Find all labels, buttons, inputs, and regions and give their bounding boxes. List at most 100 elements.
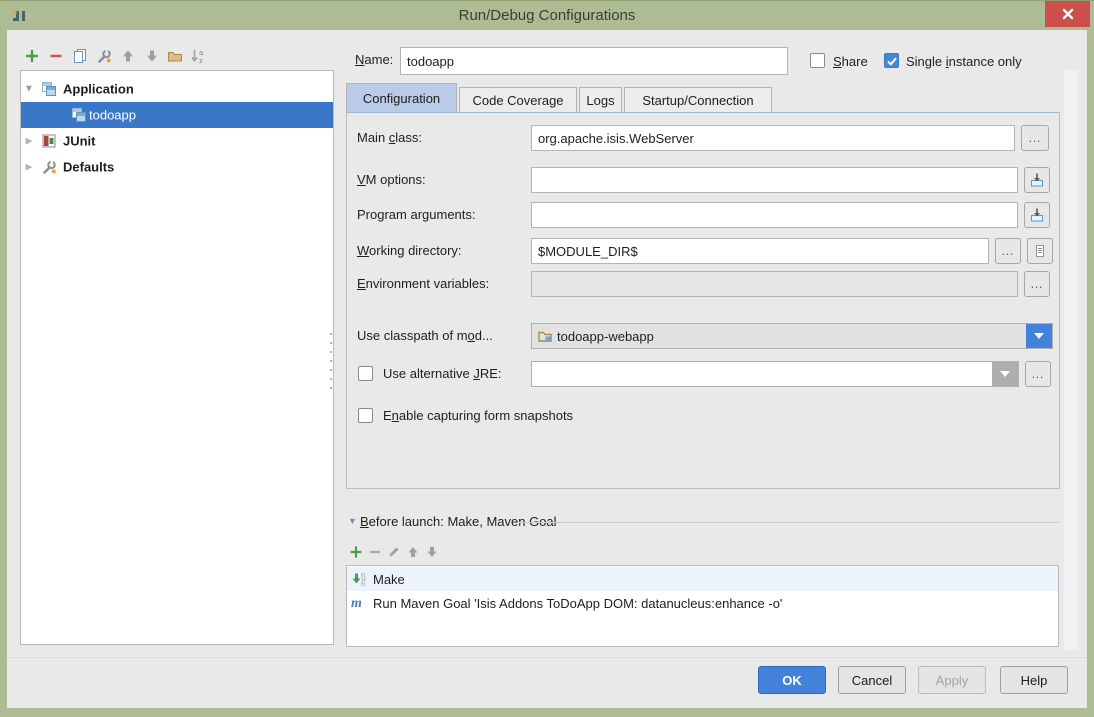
ellipsis-icon: … <box>1030 279 1044 289</box>
chevron-collapsed-icon[interactable]: ▶ <box>23 136 35 147</box>
environment-variables-input[interactable] <box>531 271 1018 297</box>
working-directory-macros-button[interactable] <box>1027 238 1053 264</box>
classpath-module-label: Use classpath of mod... <box>357 328 493 343</box>
move-down-icon[interactable] <box>425 545 439 559</box>
svg-text:a: a <box>199 49 203 57</box>
main-class-browse-button[interactable]: … <box>1021 125 1049 151</box>
configurations-tree: ▼ Application todoapp ▶ JUnit ▶ <box>20 70 334 645</box>
chevron-down-icon[interactable] <box>1026 324 1052 348</box>
classpath-module-value: todoapp-webapp <box>553 329 654 344</box>
program-arguments-expand-button[interactable] <box>1024 202 1050 228</box>
working-directory-input[interactable] <box>531 238 989 264</box>
tab-code-coverage[interactable]: Code Coverage <box>459 87 577 112</box>
form-snapshots-label[interactable]: Enable capturing form snapshots <box>383 408 573 423</box>
apply-button[interactable]: Apply <box>918 666 986 694</box>
tree-group-label: Defaults <box>63 160 114 175</box>
tree-group-label: JUnit <box>63 134 96 149</box>
titlebar[interactable]: Run/Debug Configurations <box>0 0 1094 30</box>
svg-text:z: z <box>199 57 203 64</box>
scrollbar-track[interactable] <box>1064 70 1078 650</box>
junit-icon <box>41 133 57 149</box>
expand-field-icon <box>1029 207 1045 223</box>
vm-options-expand-button[interactable] <box>1024 167 1050 193</box>
before-launch-list: 011001 Make m Run Maven Goal 'Isis Addon… <box>346 565 1059 647</box>
ellipsis-icon: … <box>1031 369 1045 379</box>
single-instance-checkbox[interactable] <box>884 53 899 68</box>
main-class-label: Main class: <box>357 130 422 145</box>
move-up-icon[interactable] <box>406 545 420 559</box>
add-icon[interactable] <box>349 545 363 559</box>
add-icon[interactable] <box>24 48 40 64</box>
before-launch-item-label: Make <box>373 572 405 587</box>
vm-options-label: VM options: <box>357 172 426 187</box>
check-icon <box>886 55 898 67</box>
variables-list-icon <box>1032 243 1048 259</box>
alternative-jre-browse-button[interactable]: … <box>1025 361 1051 387</box>
classpath-module-combobox[interactable]: todoapp-webapp <box>531 323 1053 349</box>
panel-splitter[interactable] <box>329 333 333 389</box>
window-title: Run/Debug Configurations <box>0 1 1094 31</box>
alternative-jre-label[interactable]: Use alternative JRE: <box>383 366 502 381</box>
close-button[interactable] <box>1045 1 1090 27</box>
name-label: Name: <box>355 52 393 67</box>
dialog-content: az ▼ Application todoapp ▶ JUnit <box>7 30 1087 708</box>
copy-icon[interactable] <box>72 48 88 64</box>
tab-configuration[interactable]: Configuration <box>346 83 457 112</box>
share-checkbox[interactable] <box>810 53 825 68</box>
move-down-icon[interactable] <box>144 48 160 64</box>
tab-label: Code Coverage <box>472 93 563 108</box>
environment-variables-label: Environment variables: <box>357 276 489 291</box>
close-icon <box>1061 7 1075 21</box>
edit-icon[interactable] <box>387 545 401 559</box>
collapse-triangle-icon[interactable]: ▼ <box>348 516 357 526</box>
module-icon <box>537 328 553 344</box>
ellipsis-icon: … <box>1028 133 1042 143</box>
tree-group-application[interactable]: ▼ Application <box>21 76 333 102</box>
working-directory-browse-button[interactable]: … <box>995 238 1021 264</box>
ok-button[interactable]: OK <box>758 666 826 694</box>
environment-variables-browse-button[interactable]: … <box>1024 271 1050 297</box>
before-launch-item-label: Run Maven Goal 'Isis Addons ToDoApp DOM:… <box>373 596 782 611</box>
help-button[interactable]: Help <box>1000 666 1068 694</box>
new-folder-icon[interactable] <box>167 48 183 64</box>
program-arguments-input[interactable] <box>531 202 1018 228</box>
sort-alpha-icon[interactable]: az <box>190 48 206 64</box>
tab-label: Startup/Connection <box>642 93 753 108</box>
tab-logs[interactable]: Logs <box>579 87 622 112</box>
move-up-icon[interactable] <box>120 48 136 64</box>
tree-group-junit[interactable]: ▶ JUnit <box>21 128 333 154</box>
tree-group-label: Application <box>63 82 134 97</box>
vm-options-input[interactable] <box>531 167 1018 193</box>
footer-divider <box>7 657 1087 658</box>
chevron-expanded-icon[interactable]: ▼ <box>23 84 35 95</box>
application-icon <box>41 81 57 97</box>
application-icon <box>71 107 87 123</box>
form-snapshots-checkbox[interactable] <box>358 408 373 423</box>
alternative-jre-combobox[interactable] <box>531 361 1019 387</box>
edit-defaults-icon[interactable] <box>96 48 112 64</box>
run-debug-configurations-dialog: Run/Debug Configurations az ▼ <box>0 0 1094 717</box>
ellipsis-icon: … <box>1001 246 1015 256</box>
tab-label: Logs <box>586 93 614 108</box>
svg-text:01: 01 <box>361 581 366 586</box>
chevron-down-icon <box>992 362 1018 386</box>
name-input[interactable] <box>400 47 788 75</box>
before-launch-item-maven-goal[interactable]: m Run Maven Goal 'Isis Addons ToDoApp DO… <box>347 591 1058 615</box>
tree-item-todoapp[interactable]: todoapp <box>21 102 333 128</box>
remove-icon[interactable] <box>48 48 64 64</box>
make-icon: 011001 <box>351 572 366 587</box>
tree-group-defaults[interactable]: ▶ Defaults <box>21 154 333 180</box>
chevron-collapsed-icon[interactable]: ▶ <box>23 162 35 173</box>
expand-field-icon <box>1029 172 1045 188</box>
single-instance-label[interactable]: Single instance only <box>906 54 1022 69</box>
share-label[interactable]: Share <box>833 54 868 69</box>
cancel-button[interactable]: Cancel <box>838 666 906 694</box>
section-divider <box>519 522 1059 523</box>
tab-startup-connection[interactable]: Startup/Connection <box>624 87 772 112</box>
remove-icon[interactable] <box>368 545 382 559</box>
alternative-jre-checkbox[interactable] <box>358 366 373 381</box>
main-class-input[interactable] <box>531 125 1015 151</box>
program-arguments-label: Program arguments: <box>357 207 476 222</box>
before-launch-item-make[interactable]: 011001 Make <box>347 567 1058 591</box>
tree-item-label: todoapp <box>89 108 136 123</box>
